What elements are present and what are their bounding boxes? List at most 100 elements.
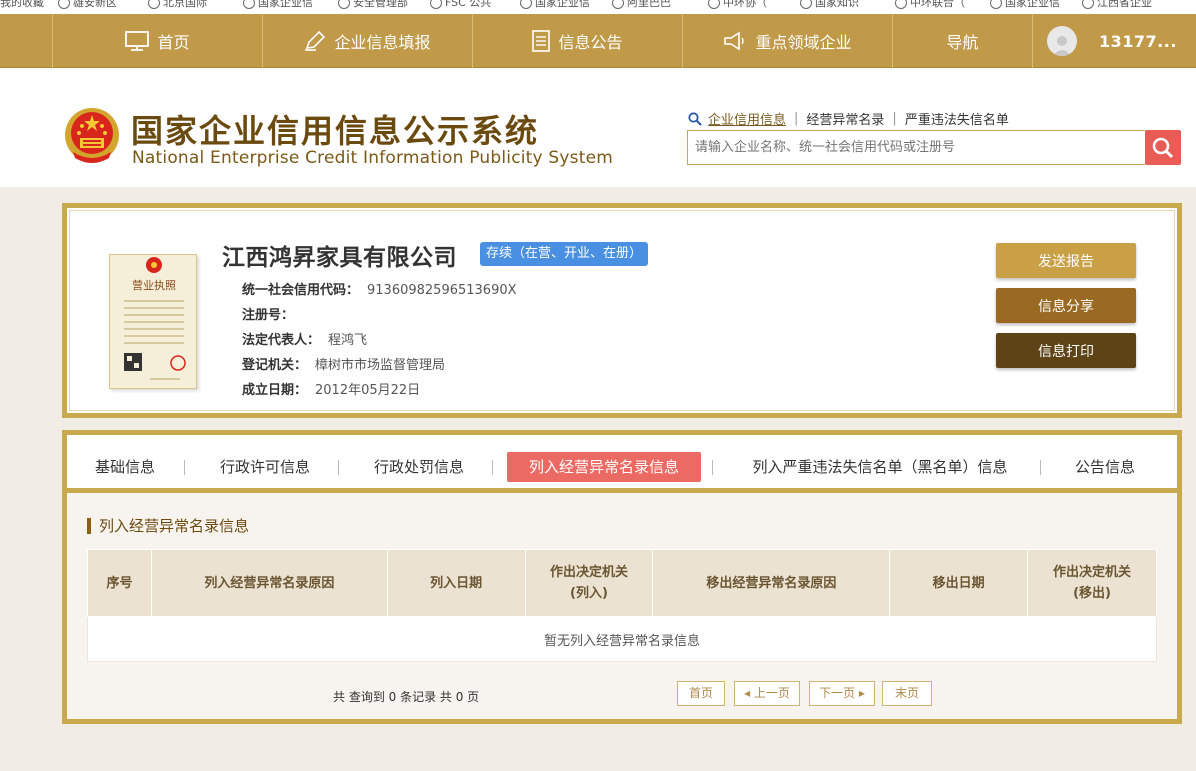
print-info-button[interactable]: 信息打印 — [996, 333, 1136, 368]
empty-message: 暂无列入经营异常名录信息 — [87, 616, 1157, 662]
authority-row: 登记机关： 樟树市市场监督管理局 — [242, 354, 445, 373]
column-header: 移出经营异常名录原因 — [652, 549, 891, 617]
bookmark-item[interactable]: 我的收藏 — [0, 0, 44, 11]
search-tabs: 企业信用信息 | 经营异常名录 | 严重违法失信名单 — [688, 109, 1017, 128]
search-input[interactable] — [688, 131, 1145, 164]
user-name: 13177... — [1099, 31, 1177, 51]
bookmark-label: 北京国际 — [163, 0, 207, 9]
license-title: 营业执照 — [132, 278, 176, 292]
search-box — [687, 130, 1145, 165]
chevron-right-icon: ▸ — [855, 686, 865, 700]
nav-home-label: 首页 — [157, 33, 190, 52]
share-info-button[interactable]: 信息分享 — [996, 288, 1136, 323]
bookmark-label: 中环协（ — [723, 0, 767, 9]
user-menu[interactable]: 13177... — [1032, 14, 1196, 68]
globe-icon — [895, 0, 907, 9]
globe-icon — [800, 0, 812, 9]
prev-page-label: 上一页 — [753, 686, 790, 700]
bookmark-icon — [708, 0, 720, 9]
tab-basic-info[interactable]: 基础信息 — [92, 452, 158, 482]
pen-icon — [305, 31, 326, 51]
status-badge: 存续（在营、开业、在册） — [480, 242, 649, 266]
globe-icon — [990, 0, 1002, 9]
bookmark-item[interactable]: 国家企业信 — [990, 0, 1060, 11]
bookmark-icon — [58, 0, 70, 9]
chevron-left-icon: ◂ — [744, 686, 754, 700]
nav-guide[interactable]: 导航 — [892, 14, 1032, 68]
bookmark-label: 安全管理部 — [353, 0, 408, 9]
tab-admin-license[interactable]: 行政许可信息 — [215, 452, 315, 482]
column-header: 移出日期 — [889, 549, 1029, 617]
next-page-button[interactable]: 下一页 ▸ — [809, 681, 875, 706]
bookmark-item[interactable]: 安全管理部 — [338, 0, 408, 11]
search-tab-credit[interactable]: 企业信用信息 — [708, 109, 786, 128]
bookmark-icon — [148, 0, 160, 9]
last-page-button[interactable]: 末页 — [882, 681, 932, 706]
prev-page-button[interactable]: ◂ 上一页 — [734, 681, 800, 706]
divider: | — [794, 111, 799, 126]
column-header: 作出决定机关 (列入) — [524, 549, 654, 617]
bookmark-item[interactable]: 江西省企业 — [1082, 0, 1152, 11]
nav-report[interactable]: 企业信息填报 — [262, 14, 472, 68]
credit-code-label: 统一社会信用代码： — [242, 283, 360, 298]
bookmark-item[interactable]: 中环联合（ — [895, 0, 965, 11]
bookmark-label: FSC 公共 — [445, 0, 492, 9]
site-header: 国家企业信用信息公示系统 National Enterprise Credit … — [0, 68, 1196, 187]
megaphone-icon — [724, 31, 745, 51]
tab-divider — [492, 460, 493, 475]
bookmark-item[interactable]: 国家企业信 — [520, 0, 590, 11]
avatar — [1047, 26, 1077, 56]
column-header: 列入日期 — [386, 549, 526, 617]
nav-home[interactable]: 首页 — [52, 14, 262, 68]
bookmark-item[interactable]: 雄安新区 — [58, 0, 117, 11]
search-tab-blacklist[interactable]: 严重违法失信名单 — [905, 109, 1009, 128]
tab-admin-penalty[interactable]: 行政处罚信息 — [369, 452, 469, 482]
column-header: 序号 — [87, 549, 152, 617]
authority-value: 樟树市市场监督管理局 — [315, 358, 446, 373]
bookmarks-bar: 我的收藏 雄安新区 北京国际 国家企业信 安全管理部 FSC 公共 国家企业信 … — [0, 0, 1196, 14]
bookmark-item[interactable]: 国家知识 — [800, 0, 859, 11]
bookmark-label: 国家企业信 — [258, 0, 313, 9]
bookmark-icon — [338, 0, 350, 9]
bookmark-item[interactable]: FSC 公共 — [430, 0, 491, 11]
bookmark-label: 我的收藏 — [0, 0, 44, 9]
tab-announcements[interactable]: 公告信息 — [1070, 452, 1140, 482]
search-icon — [1152, 137, 1174, 158]
nav-key-field[interactable]: 重点领域企业 — [682, 14, 892, 68]
user-icon — [1053, 36, 1071, 56]
send-report-button[interactable]: 发送报告 — [996, 243, 1136, 278]
first-page-button[interactable]: 首页 — [677, 681, 725, 706]
divider: | — [892, 111, 897, 126]
nav-key-field-label: 重点领域企业 — [755, 33, 852, 52]
record-summary: 共 查询到 0 条记录 共 0 页 — [333, 690, 480, 704]
established-date-row: 成立日期： 2012年05月22日 — [242, 379, 420, 398]
site-title: 国家企业信用信息公示系统 — [131, 112, 540, 150]
bookmark-label: 阿里巴巴 — [627, 0, 671, 9]
reg-no-label: 注册号： — [242, 308, 295, 323]
business-license-image[interactable]: 营业执照 — [109, 254, 197, 389]
tab-abnormal-list[interactable]: 列入经营异常名录信息 — [507, 452, 701, 482]
search-tab-abnormal[interactable]: 经营异常名录 — [806, 109, 884, 128]
globe-icon — [520, 0, 532, 9]
tabs-bar: 基础信息 行政许可信息 行政处罚信息 列入经营异常名录信息 列入严重违法失信名单… — [67, 435, 1177, 493]
bookmark-label: 中环联合（ — [910, 0, 965, 9]
table-row: 暂无列入经营异常名录信息 — [87, 616, 1157, 662]
bookmark-label: 江西省企业 — [1097, 0, 1152, 9]
abnormal-list-table: 序号 列入经营异常名录原因 列入日期 作出决定机关 (列入) 移出经营异常名录原… — [87, 549, 1157, 662]
established-date-value: 2012年05月22日 — [315, 383, 421, 398]
legal-rep-row: 法定代表人： 程鸿飞 — [242, 329, 367, 348]
tab-blacklist[interactable]: 列入严重违法失信名单（黑名单）信息 — [740, 452, 1020, 482]
credit-code-row: 统一社会信用代码： 91360982596513690X — [242, 279, 517, 298]
reg-no-row: 注册号： — [242, 304, 302, 323]
column-header: 列入经营异常名录原因 — [150, 549, 388, 617]
search-button[interactable] — [1145, 130, 1181, 165]
nav-notice[interactable]: 信息公告 — [472, 14, 682, 68]
bookmark-label: 国家知识 — [815, 0, 859, 9]
bookmark-item[interactable]: 阿里巴巴 — [612, 0, 671, 11]
bookmark-item[interactable]: 北京国际 — [148, 0, 207, 11]
bookmark-item[interactable]: 国家企业信 — [243, 0, 313, 11]
bookmark-item[interactable]: 中环协（ — [708, 0, 767, 11]
bookmark-icon — [612, 0, 624, 9]
globe-icon — [1082, 0, 1094, 9]
info-tab-panel: 基础信息 行政许可信息 行政处罚信息 列入经营异常名录信息 列入严重违法失信名单… — [62, 430, 1182, 724]
